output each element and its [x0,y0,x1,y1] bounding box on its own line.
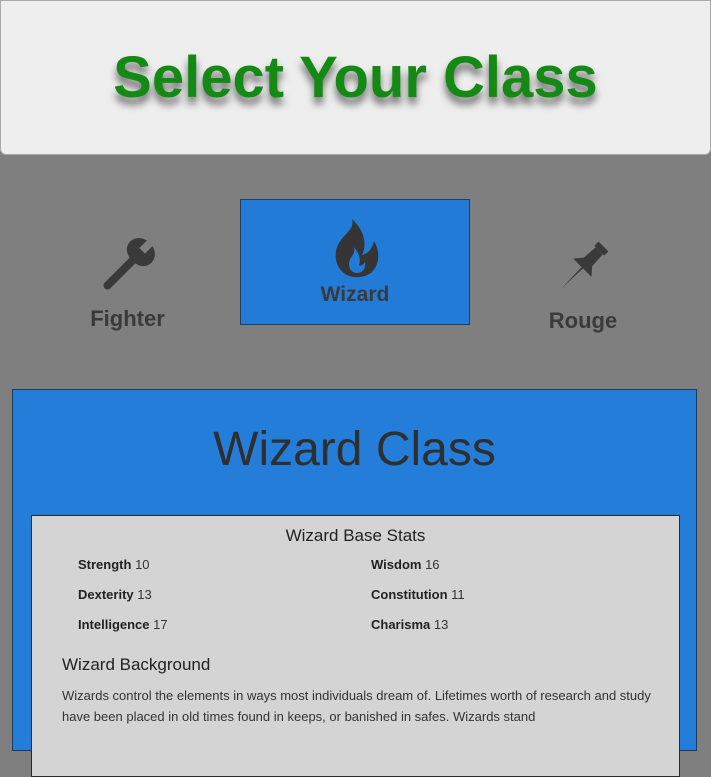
background-title: Wizard Background [62,655,211,674]
stats-card: Wizard Base Stats Strength 10 Wisdom 16 … [31,515,680,777]
class-option-fighter[interactable]: Fighter [70,232,185,332]
page-header: Select Your Class [0,0,711,155]
stat-constitution: Constitution 11 [371,587,465,602]
class-label-fighter: Fighter [90,306,165,331]
pushpin-icon [552,236,614,298]
wrench-icon [95,232,161,298]
stat-name: Strength [78,557,132,572]
stat-value: 17 [153,617,168,632]
stat-charisma: Charisma 13 [371,617,448,632]
stat-name: Wisdom [371,557,422,572]
class-label-rouge: Rouge [548,308,618,333]
stat-name: Charisma [371,617,431,632]
stat-wisdom: Wisdom 16 [371,557,440,572]
class-details-title: Wizard Class [213,423,496,476]
stat-name: Constitution [371,587,448,602]
stat-name: Dexterity [78,587,134,602]
class-option-wizard[interactable]: Wizard [240,199,470,325]
stat-name: Intelligence [78,617,150,632]
page-title: Select Your Class [113,45,598,110]
stat-value: 13 [137,587,152,602]
stat-strength: Strength 10 [78,557,150,572]
stat-intelligence: Intelligence 17 [78,617,168,632]
stat-value: 13 [433,617,449,632]
stat-value: 10 [135,557,150,572]
class-label-wizard: Wizard [320,283,390,306]
stat-value: 16 [425,557,440,572]
class-option-rouge[interactable]: Rouge [528,236,638,334]
fire-icon [325,217,385,279]
class-details-panel: Wizard Class Wizard Base Stats Strength … [12,389,697,777]
background-text: Wizards control the elements in ways mos… [62,688,651,724]
stat-dexterity: Dexterity 13 [78,587,152,602]
stat-value: 11 [451,587,465,602]
stats-title: Wizard Base Stats [285,526,426,545]
